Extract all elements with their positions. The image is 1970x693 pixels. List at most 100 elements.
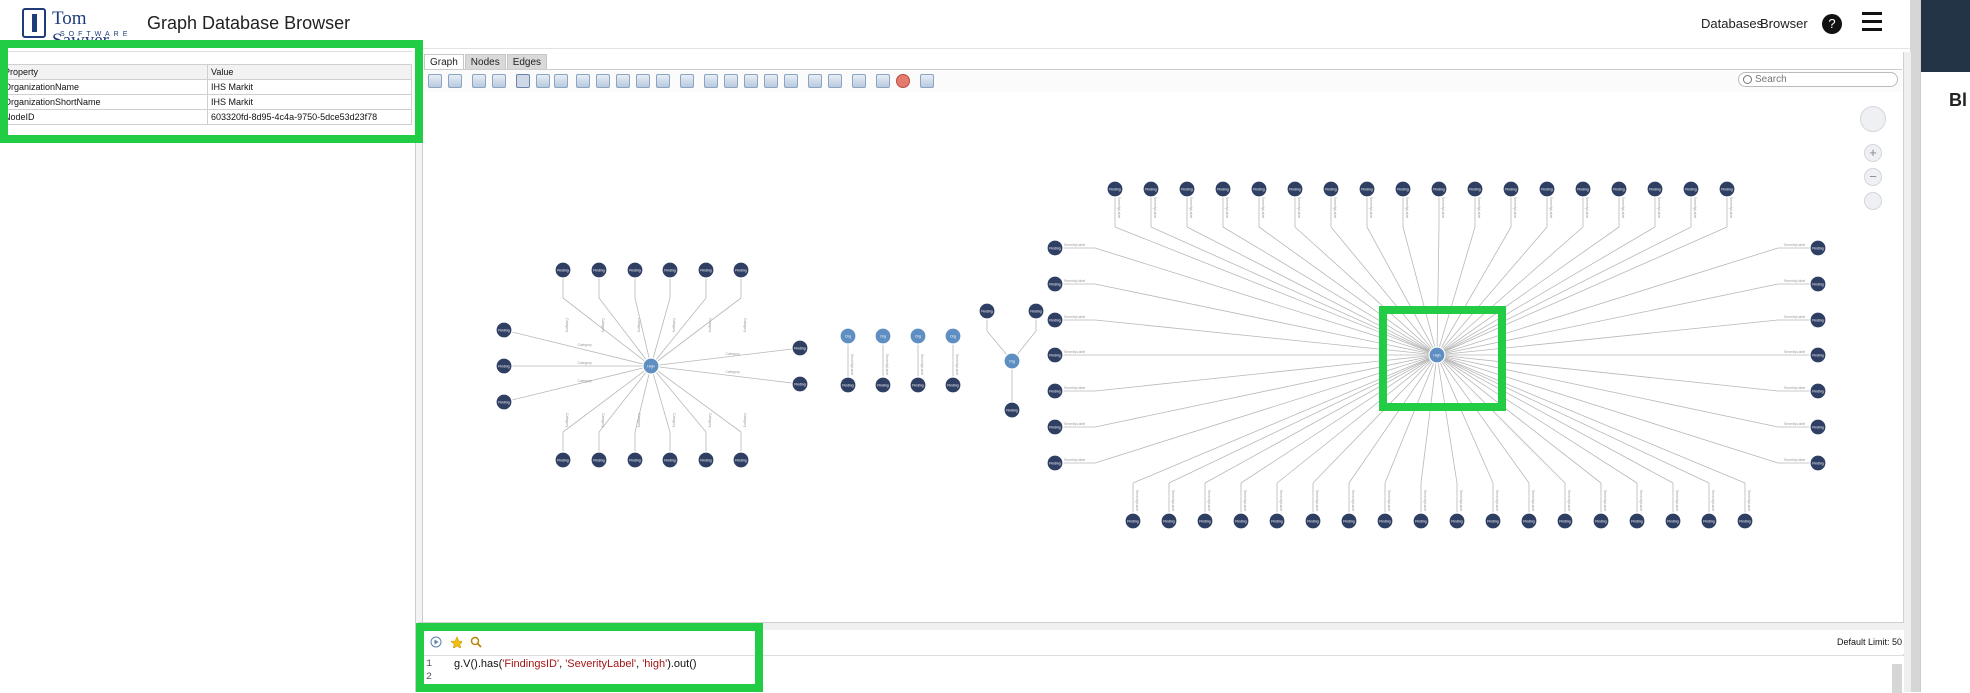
- graph-node[interactable]: Finding: [661, 451, 679, 469]
- nav-browser[interactable]: Browser: [1760, 16, 1808, 31]
- table-row[interactable]: OrganizationShortName IHS Markit: [0, 94, 412, 110]
- graph-edge[interactable]: [1330, 226, 1438, 356]
- graph-edge[interactable]: [1436, 354, 1779, 464]
- graph-node[interactable]: Finding: [1286, 180, 1304, 198]
- select-tool-icon[interactable]: [516, 74, 530, 88]
- zoom-selection-icon[interactable]: [636, 74, 650, 88]
- zoom-fit-icon[interactable]: [616, 74, 630, 88]
- export-icon[interactable]: [448, 74, 462, 88]
- graph-edge[interactable]: [1168, 354, 1438, 484]
- graph-node[interactable]: Finding: [1142, 180, 1160, 198]
- graph-node[interactable]: Finding: [978, 302, 996, 320]
- graph-edge[interactable]: [1436, 354, 1779, 428]
- graph-search[interactable]: [1738, 72, 1898, 87]
- graph-node[interactable]: Org: [944, 327, 962, 345]
- print-preview-icon[interactable]: [492, 74, 506, 88]
- graph-node[interactable]: Finding: [1484, 512, 1502, 530]
- panel-grip[interactable]: [2, 51, 412, 58]
- link-options-icon[interactable]: [920, 74, 934, 88]
- graph-node[interactable]: Finding: [661, 261, 679, 279]
- graph-node[interactable]: Finding: [1574, 180, 1592, 198]
- graph-edge[interactable]: [1094, 283, 1438, 356]
- graph-node[interactable]: Finding: [909, 376, 927, 394]
- default-limit-label[interactable]: Default Limit: 50: [1837, 637, 1902, 647]
- graph-node[interactable]: Finding: [1394, 180, 1412, 198]
- graph-node[interactable]: Finding: [554, 451, 572, 469]
- orthogonal-layout-icon[interactable]: [744, 74, 758, 88]
- graph-edge[interactable]: [650, 297, 671, 367]
- graph-edge[interactable]: [1094, 354, 1438, 464]
- zoom-in-control-icon[interactable]: +: [1864, 144, 1882, 162]
- zoom-out-icon[interactable]: [596, 74, 610, 88]
- graph-node[interactable]: Finding: [1809, 454, 1827, 472]
- graph-edge[interactable]: [650, 297, 707, 367]
- expand-icon[interactable]: [808, 74, 822, 88]
- zoom-actual-icon[interactable]: [656, 74, 670, 88]
- graph-edge[interactable]: [1436, 354, 1458, 484]
- graph-node[interactable]: Finding: [791, 375, 809, 393]
- tom-sawyer-logo[interactable]: Tom Sawyer SOFTWARE: [20, 6, 127, 51]
- graph-edge[interactable]: [503, 365, 652, 403]
- zoom-in-icon[interactable]: [576, 74, 590, 88]
- graph-edge[interactable]: [1436, 354, 1638, 484]
- graph-node[interactable]: Finding: [1412, 512, 1430, 530]
- circular-layout-icon[interactable]: [724, 74, 738, 88]
- graph-edge[interactable]: [1402, 226, 1438, 356]
- graph-edge[interactable]: [1094, 354, 1438, 392]
- graph-node[interactable]: Finding: [1646, 180, 1664, 198]
- graph-node[interactable]: Finding: [732, 451, 750, 469]
- graph-node[interactable]: Finding: [732, 261, 750, 279]
- graph-node[interactable]: Finding: [1809, 275, 1827, 293]
- graph-node[interactable]: Finding: [1700, 512, 1718, 530]
- nav-databases[interactable]: Databases: [1701, 16, 1763, 31]
- graph-edge[interactable]: [1436, 247, 1779, 356]
- graph-edge[interactable]: [1294, 226, 1438, 356]
- graph-edge[interactable]: [650, 365, 671, 433]
- search-input[interactable]: [1755, 74, 1885, 85]
- refresh-icon[interactable]: [828, 74, 842, 88]
- graph-edge[interactable]: [1240, 354, 1438, 484]
- graph-node[interactable]: Finding: [1214, 180, 1232, 198]
- fit-control-icon[interactable]: [1864, 192, 1882, 210]
- graph-edge[interactable]: [1436, 354, 1602, 484]
- graph-node[interactable]: Org: [874, 327, 892, 345]
- graph-node[interactable]: Finding: [1628, 512, 1646, 530]
- graph-node[interactable]: Finding: [1556, 512, 1574, 530]
- pan-tool-icon[interactable]: [536, 74, 550, 88]
- graph-edge[interactable]: [1436, 226, 1728, 356]
- help-icon[interactable]: ?: [1822, 14, 1842, 34]
- graph-node[interactable]: Finding: [1809, 239, 1827, 257]
- graph-edge[interactable]: [1094, 354, 1438, 428]
- graph-node[interactable]: Finding: [1358, 180, 1376, 198]
- pan-control-icon[interactable]: [1860, 106, 1886, 132]
- graph-node[interactable]: Finding: [1027, 302, 1045, 320]
- graph-node[interactable]: Finding: [1178, 180, 1196, 198]
- query-editor[interactable]: 1 2 g.V().has('FindingsID', 'SeverityLab…: [420, 655, 1904, 693]
- graph-node[interactable]: Finding: [1046, 346, 1064, 364]
- graph-node[interactable]: Finding: [1322, 180, 1340, 198]
- graph-node[interactable]: Finding: [1106, 180, 1124, 198]
- graph-node[interactable]: Finding: [1046, 454, 1064, 472]
- graph-edge[interactable]: [1094, 247, 1438, 356]
- zoom-out-control-icon[interactable]: −: [1864, 168, 1882, 186]
- column-header-property[interactable]: Property: [0, 64, 208, 80]
- graph-edge[interactable]: [650, 365, 707, 433]
- graph-node[interactable]: Finding: [1664, 512, 1682, 530]
- new-icon[interactable]: [428, 74, 442, 88]
- move-tool-icon[interactable]: [554, 74, 568, 88]
- graph-node[interactable]: Finding: [1538, 180, 1556, 198]
- graph-node[interactable]: Finding: [1809, 418, 1827, 436]
- graph-node[interactable]: Finding: [495, 321, 513, 339]
- graph-edge[interactable]: [1258, 226, 1438, 356]
- column-header-value[interactable]: Value: [207, 64, 412, 80]
- graph-node[interactable]: Finding: [1340, 512, 1358, 530]
- graph-node[interactable]: Finding: [1046, 418, 1064, 436]
- graph-edge[interactable]: [1222, 226, 1438, 356]
- graph-node[interactable]: Finding: [1520, 512, 1538, 530]
- graph-node[interactable]: Finding: [1466, 180, 1484, 198]
- graph-node[interactable]: Finding: [495, 393, 513, 411]
- graph-node[interactable]: Finding: [495, 357, 513, 375]
- graph-edge[interactable]: [1436, 354, 1566, 484]
- graph-node[interactable]: Org: [839, 327, 857, 345]
- query-code[interactable]: g.V().has('FindingsID', 'SeverityLabel',…: [454, 658, 697, 670]
